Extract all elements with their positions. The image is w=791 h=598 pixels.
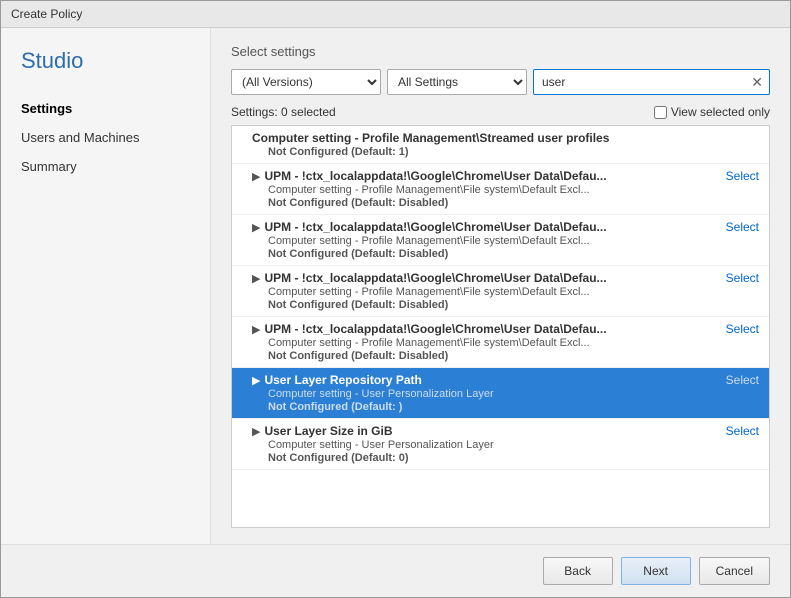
select-link[interactable]: Select xyxy=(718,322,759,336)
item-status: Not Configured (Default: Disabled) xyxy=(252,299,759,311)
item-title: UPM - !ctx_localappdata!\Google\Chrome\U… xyxy=(264,169,606,183)
cancel-button[interactable]: Cancel xyxy=(699,557,770,585)
list-item[interactable]: ▶ UPM - !ctx_localappdata!\Google\Chrome… xyxy=(232,266,769,317)
item-title-row: ▶ User Layer Repository Path xyxy=(252,373,422,387)
section-title: Select settings xyxy=(231,44,770,59)
sidebar-item-settings[interactable]: Settings xyxy=(1,94,210,123)
item-header: ▶ User Layer Size in GiB Select xyxy=(252,424,759,438)
sidebar-item-users-machines[interactable]: Users and Machines xyxy=(1,123,210,152)
item-status: Not Configured (Default: ) xyxy=(252,401,759,413)
search-box: ✕ xyxy=(533,69,770,95)
view-selected-checkbox[interactable] xyxy=(654,106,667,119)
select-link[interactable]: Select xyxy=(718,373,759,387)
item-title: Computer setting - Profile Management\St… xyxy=(252,131,609,145)
sidebar-item-summary[interactable]: Summary xyxy=(1,152,210,181)
item-path: Computer setting - Profile Management\Fi… xyxy=(252,337,759,349)
item-header: Computer setting - Profile Management\St… xyxy=(252,131,759,145)
item-path: Computer setting - Profile Management\Fi… xyxy=(252,235,759,247)
select-link[interactable]: Select xyxy=(718,424,759,438)
item-header: ▶ User Layer Repository Path Select xyxy=(252,373,759,387)
arrow-icon: ▶ xyxy=(252,323,260,336)
next-button[interactable]: Next xyxy=(621,557,691,585)
sidebar-item-users-label: Users and Machines xyxy=(21,130,140,145)
arrow-icon: ▶ xyxy=(252,374,260,387)
item-title: User Layer Size in GiB xyxy=(264,424,392,438)
selected-row: Settings: 0 selected View selected only xyxy=(231,105,770,119)
sidebar-title: Studio xyxy=(1,48,210,94)
item-title: User Layer Repository Path xyxy=(264,373,421,387)
settings-list[interactable]: Computer setting - Profile Management\St… xyxy=(231,125,770,528)
content-area: Studio Settings Users and Machines Summa… xyxy=(1,28,790,544)
search-input[interactable] xyxy=(538,75,749,89)
sidebar: Studio Settings Users and Machines Summa… xyxy=(1,28,211,544)
window-title: Create Policy xyxy=(11,7,82,21)
main-panel: Select settings (All Versions) All Setti… xyxy=(211,28,790,544)
footer: Back Next Cancel xyxy=(1,544,790,597)
item-status: Not Configured (Default: 1) xyxy=(252,146,759,158)
view-selected-text: View selected only xyxy=(671,105,770,119)
back-button[interactable]: Back xyxy=(543,557,613,585)
selected-count: Settings: 0 selected xyxy=(231,105,336,119)
arrow-icon: ▶ xyxy=(252,221,260,234)
item-path: Computer setting - User Personalization … xyxy=(252,388,759,400)
item-title-row: ▶ UPM - !ctx_localappdata!\Google\Chrome… xyxy=(252,322,607,336)
list-item[interactable]: ▶ User Layer Size in GiB Select Computer… xyxy=(232,419,769,470)
item-status: Not Configured (Default: Disabled) xyxy=(252,197,759,209)
item-path: Computer setting - Profile Management\Fi… xyxy=(252,184,759,196)
list-item[interactable]: Computer setting - Profile Management\St… xyxy=(232,126,769,164)
list-item[interactable]: ▶ UPM - !ctx_localappdata!\Google\Chrome… xyxy=(232,164,769,215)
item-header: ▶ UPM - !ctx_localappdata!\Google\Chrome… xyxy=(252,271,759,285)
arrow-icon: ▶ xyxy=(252,272,260,285)
view-selected-container: View selected only xyxy=(654,105,770,119)
item-title-row: ▶ User Layer Size in GiB xyxy=(252,424,393,438)
item-status: Not Configured (Default: 0) xyxy=(252,452,759,464)
arrow-icon: ▶ xyxy=(252,170,260,183)
sidebar-item-summary-label: Summary xyxy=(21,159,77,174)
item-header: ▶ UPM - !ctx_localappdata!\Google\Chrome… xyxy=(252,169,759,183)
title-bar: Create Policy xyxy=(1,1,790,28)
version-dropdown[interactable]: (All Versions) xyxy=(231,69,381,95)
item-title-row: Computer setting - Profile Management\St… xyxy=(252,131,609,145)
item-title: UPM - !ctx_localappdata!\Google\Chrome\U… xyxy=(264,322,606,336)
item-path: Computer setting - Profile Management\Fi… xyxy=(252,286,759,298)
main-window: Create Policy Studio Settings Users and … xyxy=(0,0,791,598)
item-status: Not Configured (Default: Disabled) xyxy=(252,248,759,260)
list-item[interactable]: ▶ UPM - !ctx_localappdata!\Google\Chrome… xyxy=(232,317,769,368)
list-item-selected[interactable]: ▶ User Layer Repository Path Select Comp… xyxy=(232,368,769,419)
item-header: ▶ UPM - !ctx_localappdata!\Google\Chrome… xyxy=(252,322,759,336)
filter-row: (All Versions) All Settings ✕ xyxy=(231,69,770,95)
select-link[interactable]: Select xyxy=(718,220,759,234)
settings-dropdown[interactable]: All Settings xyxy=(387,69,527,95)
search-clear-icon[interactable]: ✕ xyxy=(749,75,765,89)
item-title-row: ▶ UPM - !ctx_localappdata!\Google\Chrome… xyxy=(252,169,607,183)
sidebar-item-settings-label: Settings xyxy=(21,101,72,116)
item-status: Not Configured (Default: Disabled) xyxy=(252,350,759,362)
item-title: UPM - !ctx_localappdata!\Google\Chrome\U… xyxy=(264,271,606,285)
item-title-row: ▶ UPM - !ctx_localappdata!\Google\Chrome… xyxy=(252,271,607,285)
list-item[interactable]: ▶ UPM - !ctx_localappdata!\Google\Chrome… xyxy=(232,215,769,266)
item-title: UPM - !ctx_localappdata!\Google\Chrome\U… xyxy=(264,220,606,234)
item-title-row: ▶ UPM - !ctx_localappdata!\Google\Chrome… xyxy=(252,220,607,234)
select-link[interactable]: Select xyxy=(718,271,759,285)
item-path: Computer setting - User Personalization … xyxy=(252,439,759,451)
select-link[interactable]: Select xyxy=(718,169,759,183)
item-header: ▶ UPM - !ctx_localappdata!\Google\Chrome… xyxy=(252,220,759,234)
arrow-icon: ▶ xyxy=(252,425,260,438)
